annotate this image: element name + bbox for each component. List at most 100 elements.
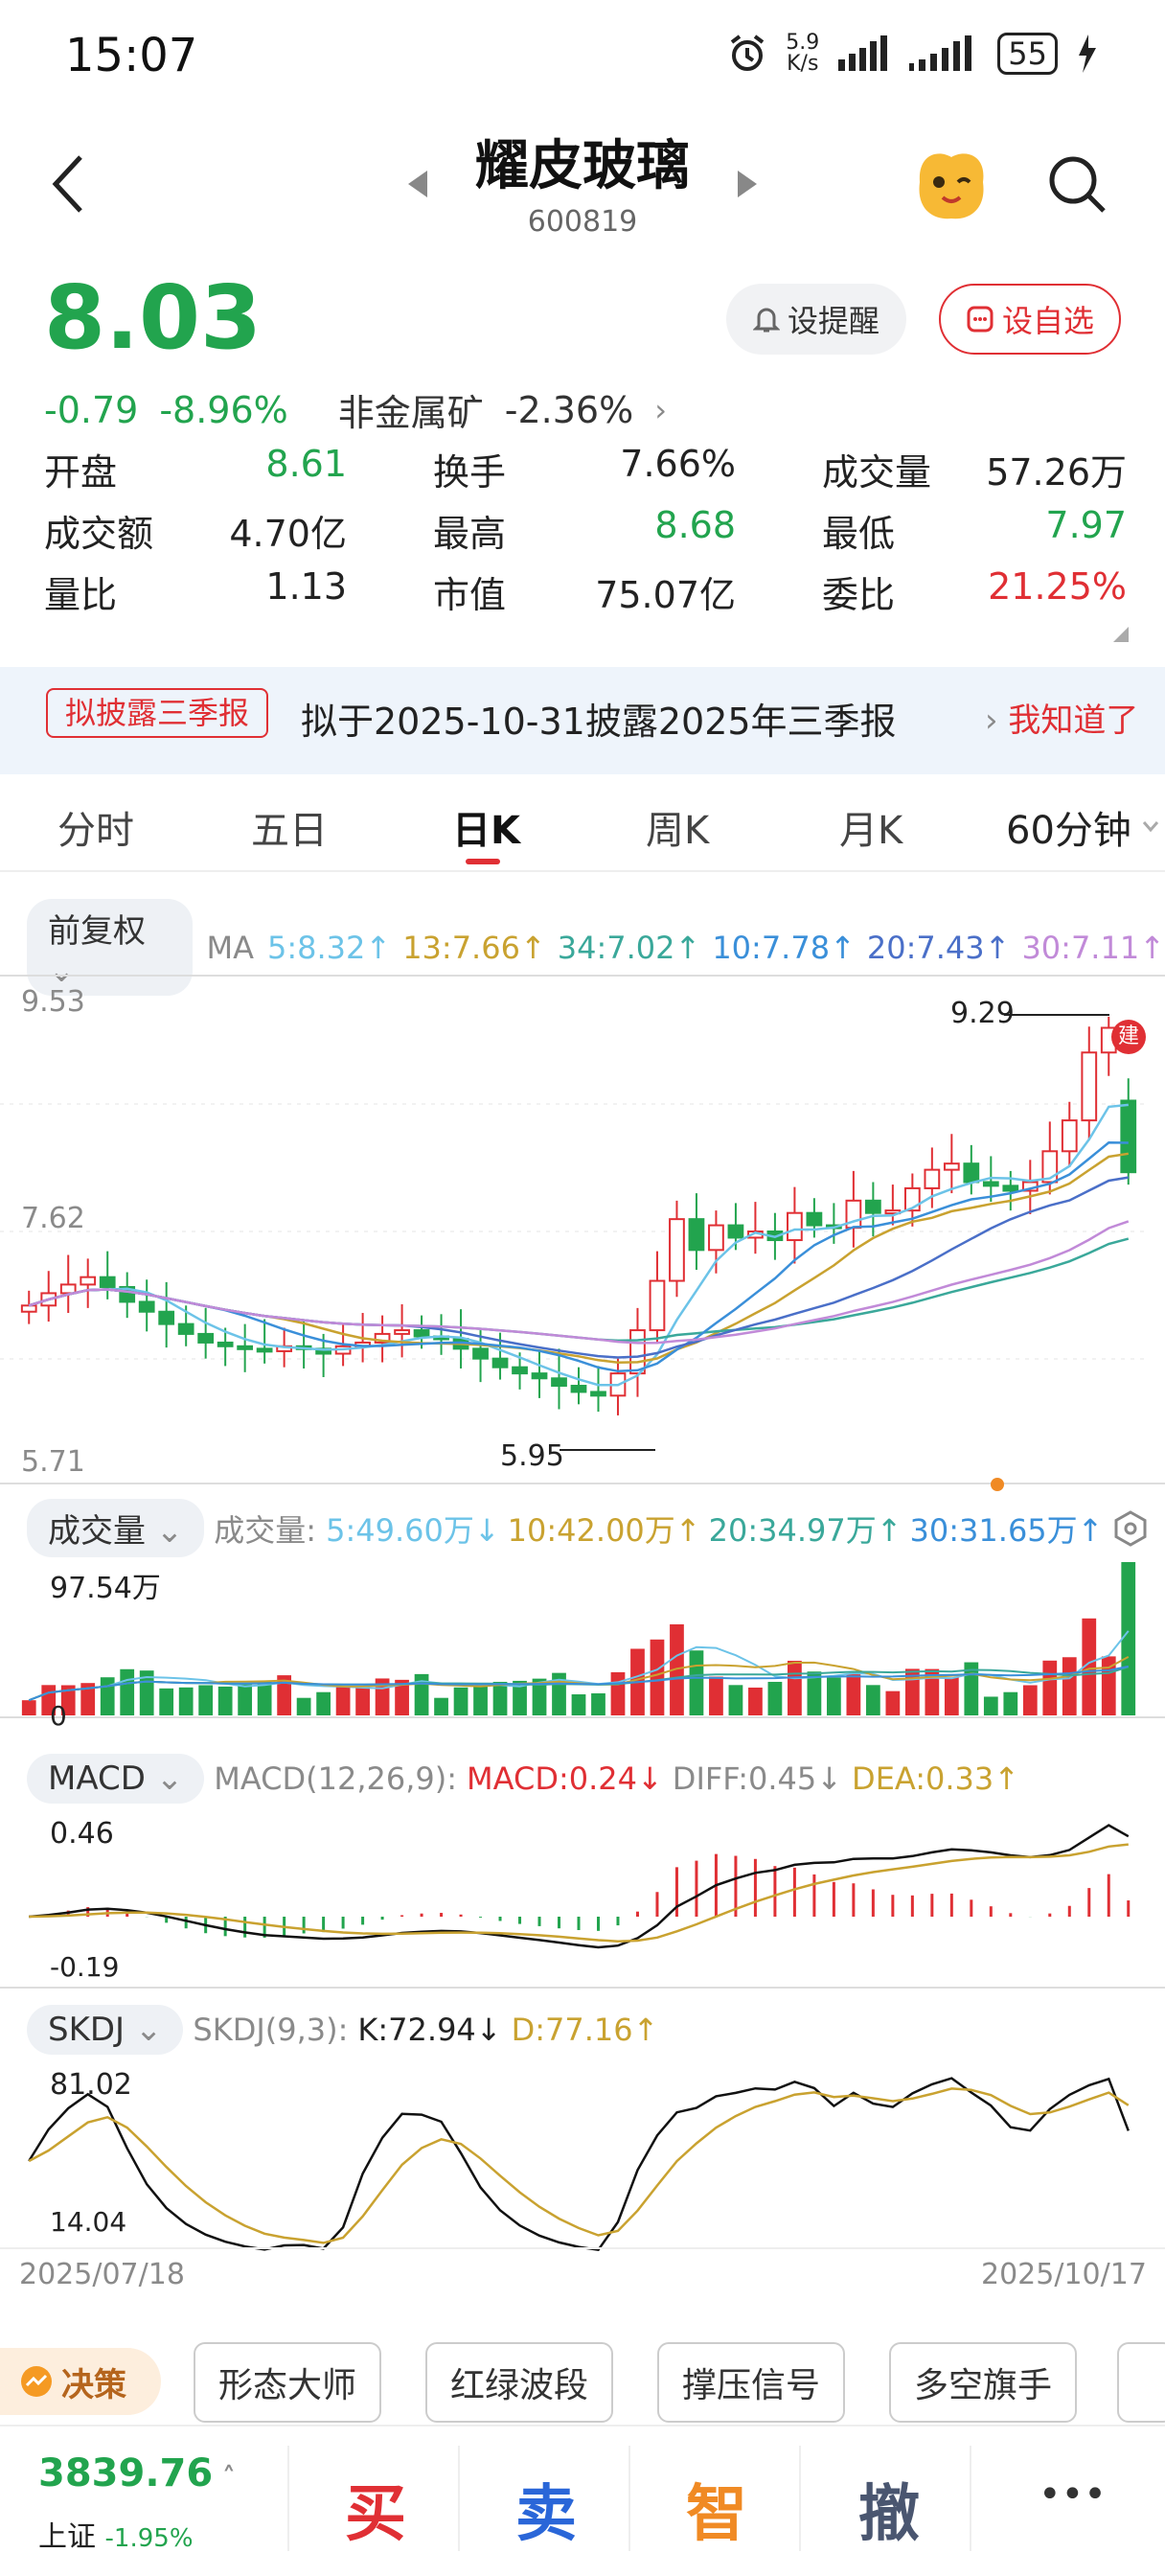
tool-more-partial[interactable] [1117, 2342, 1165, 2423]
alarm-icon [731, 34, 765, 71]
date-start: 2025/07/18 [19, 2258, 185, 2291]
add-watchlist-button[interactable]: 设自选 [939, 284, 1121, 355]
charging-icon [1079, 34, 1096, 73]
kline-chart-panel[interactable] [0, 968, 1165, 2310]
volume-bar [159, 1688, 174, 1715]
tab-timeshare[interactable]: 分时 [57, 799, 134, 855]
skdj-k-line [28, 2077, 1130, 2252]
tool-support-pressure[interactable]: 撑压信号 [657, 2342, 845, 2423]
volume-bar [473, 1684, 488, 1715]
candle-body [1081, 1051, 1098, 1122]
candle-body [197, 1332, 215, 1344]
tool-red-green-band[interactable]: 红绿波段 [425, 2342, 613, 2423]
macd-y-top: 0.46 [50, 1817, 114, 1851]
kline-y-bot: 5.71 [21, 1445, 85, 1479]
stat-value: 8.68 [654, 504, 736, 546]
event-marker[interactable] [991, 1478, 1004, 1491]
mascot-icon[interactable] [910, 144, 993, 222]
cancel-order-button[interactable]: 撤 [858, 2465, 920, 2553]
candle-body [1061, 1119, 1078, 1153]
build-position-badge[interactable]: 建 [1111, 1020, 1146, 1054]
volume-bar [100, 1677, 115, 1715]
skdj-selector[interactable]: SKDJ ⌄ [27, 2005, 184, 2055]
volume-bar [650, 1639, 665, 1715]
bell-icon [752, 308, 780, 333]
sector-pct: -2.36% [504, 388, 634, 431]
tab-60min[interactable]: 60分钟 [1006, 799, 1131, 855]
more-menu-button[interactable]: ••• [1039, 2472, 1107, 2517]
volume-label: 成交量: [214, 1511, 317, 1549]
tab-daily-k[interactable]: 日K [452, 799, 520, 855]
date-end: 2025/10/17 [981, 2258, 1147, 2291]
decision-button[interactable]: 决策 [0, 2348, 161, 2415]
chevron-right-icon: › [985, 702, 1009, 740]
expand-corner-icon[interactable] [1111, 625, 1131, 644]
set-alert-button[interactable]: 设提醒 [726, 284, 906, 355]
tab-weekly-k[interactable]: 周K [646, 799, 709, 855]
skdj-y-top: 81.02 [50, 2068, 132, 2102]
sell-button[interactable]: 卖 [515, 2465, 577, 2553]
candle-body [99, 1276, 116, 1288]
chevron-down-icon[interactable] [1142, 820, 1159, 834]
volume-bar [610, 1671, 626, 1715]
candle-body [864, 1199, 881, 1214]
volume-bar [1062, 1657, 1077, 1715]
settings-hex-icon[interactable] [1112, 1509, 1149, 1547]
skdj-k-value: K:72.94↓ [357, 2012, 502, 2048]
stat-value: 8.61 [265, 443, 347, 485]
candle-body [20, 1304, 37, 1313]
candle-body [491, 1357, 509, 1368]
macd-selector[interactable]: MACD ⌄ [27, 1754, 205, 1804]
candle-body [217, 1341, 234, 1347]
ma-value-4: 20:7.43↑ [866, 929, 1011, 966]
macd-y-bot: -0.19 [50, 1951, 120, 1983]
stat-value: 4.70亿 [229, 513, 347, 555]
volume-bar [885, 1690, 901, 1715]
search-icon[interactable] [1046, 153, 1108, 215]
volume-bar [571, 1693, 586, 1715]
chevron-up-icon: ˄ [213, 2461, 236, 2493]
candle-body [394, 1329, 410, 1335]
index-value[interactable]: 3839.76 ˄ [38, 2451, 236, 2496]
tab-five-day[interactable]: 五日 [251, 799, 328, 855]
macd-value: MACD:0.24↓ [467, 1760, 663, 1797]
candle-body [982, 1181, 999, 1187]
trade-footer: 3839.76 ˄ 上证 -1.95% 买 卖 智 撤 ••• [0, 2425, 1165, 2576]
change-row[interactable]: -0.79 -8.96% 非金属矿 -2.36% › [44, 383, 667, 436]
index-info: 上证 -1.95% [38, 2520, 194, 2554]
candle-body [649, 1279, 666, 1332]
banner-dismiss-button[interactable]: › 我知道了 [985, 694, 1138, 741]
candle-body [963, 1162, 980, 1184]
volume-bar [689, 1650, 704, 1715]
volume-bar [748, 1687, 763, 1715]
volume-selector[interactable]: 成交量 ⌄ [27, 1499, 205, 1557]
price-change: -0.79 [44, 388, 139, 431]
buy-button[interactable]: 买 [345, 2465, 406, 2553]
candle-body [669, 1218, 685, 1282]
tab-monthly-k[interactable]: 月K [839, 799, 902, 855]
macd-legend: MACD ⌄ MACD(12,26,9): MACD:0.24↓ DIFF:0.… [27, 1754, 1019, 1804]
tools-row: 决策 形态大师 红绿波段 撑压信号 多空旗手 [0, 2334, 1165, 2423]
signal-icon [838, 35, 888, 71]
sector-name[interactable]: 非金属矿 [338, 383, 484, 436]
volume-y-bot: 0 [50, 1700, 67, 1732]
volume-bar [728, 1685, 743, 1715]
stat-value: 7.66% [620, 443, 736, 485]
volume-ma-value-1: 10:42.00万↑ [507, 1511, 701, 1549]
volume-bar [1003, 1691, 1018, 1715]
disclosure-banner[interactable]: 拟披露三季报 拟于2025-10-31披露2025年三季报 › 我知道了 [0, 667, 1165, 774]
candle-body [177, 1322, 194, 1335]
tool-bull-bear-flag[interactable]: 多空旗手 [889, 2342, 1077, 2423]
volume-ma-value-3: 30:31.65万↑ [909, 1511, 1104, 1549]
macd-params: MACD(12,26,9): [214, 1760, 458, 1797]
chevron-right-icon: › [654, 391, 668, 428]
tool-pattern-master[interactable]: 形态大师 [194, 2342, 381, 2423]
smart-button[interactable]: 智 [686, 2465, 747, 2553]
period-tabs: 分时 五日 日K 周K 月K 60分钟 [0, 786, 1165, 872]
volume-bar [944, 1677, 959, 1715]
volume-bar [296, 1697, 311, 1715]
volume-bar [827, 1677, 841, 1715]
volume-bar [865, 1685, 880, 1715]
volume-bar [316, 1691, 331, 1715]
candle-body [80, 1276, 97, 1286]
